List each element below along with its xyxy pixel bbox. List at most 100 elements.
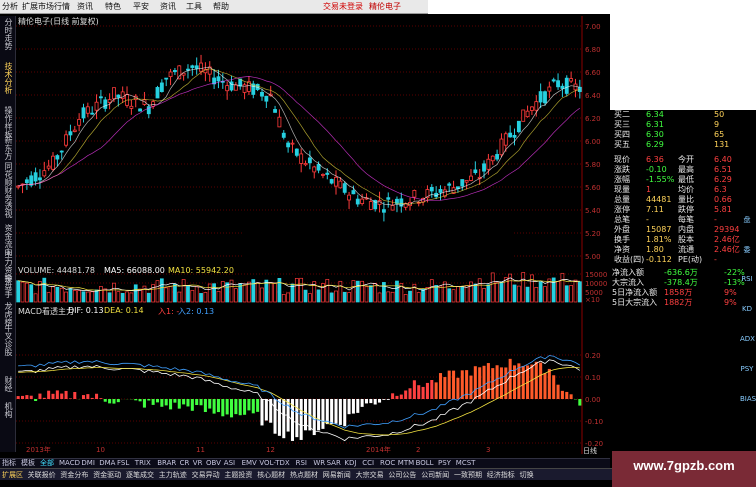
bottom-tab[interactable]: 资金分布: [60, 470, 88, 480]
volume-bar: [334, 290, 338, 303]
vtab-intraday[interactable]: 分时走势: [2, 18, 14, 50]
vtab-ths[interactable]: 同花顺: [2, 162, 14, 186]
bottom-tab[interactable]: 扩展区: [2, 470, 23, 480]
bottom-tab[interactable]: 一致预期: [454, 470, 482, 480]
right-tool-1[interactable]: 委: [740, 245, 754, 255]
quote-value-2: -: [714, 255, 717, 264]
indicator-tab[interactable]: OBV: [206, 459, 221, 468]
quote-value-2: 9%: [724, 298, 737, 307]
right-tool-5[interactable]: PSY: [740, 365, 754, 373]
volume-bar: [273, 282, 277, 303]
right-tool-3[interactable]: KD: [740, 305, 754, 313]
candle-body: [33, 172, 38, 182]
vtab-new-orient[interactable]: 新东方: [2, 136, 14, 160]
indicator-tab[interactable]: CCI: [362, 459, 374, 468]
bottom-tab[interactable]: 经济指标: [487, 470, 515, 480]
vtab-diagnose[interactable]: 牛叉诊股: [2, 324, 14, 356]
volume-bar: [390, 291, 395, 303]
volume-bar: [516, 285, 521, 303]
indicator-tab[interactable]: TRIX: [135, 459, 151, 468]
indicator-tab[interactable]: FSL: [117, 459, 129, 468]
indicator-tab[interactable]: MACD: [59, 459, 80, 468]
menu-special[interactable]: 特色: [105, 1, 121, 12]
bottom-tab[interactable]: 大宗交易: [356, 470, 384, 480]
candle-body: [94, 101, 99, 111]
bottom-tab[interactable]: 资金驱动: [93, 470, 121, 480]
menu-info[interactable]: 资讯: [160, 1, 176, 12]
indicator-tab[interactable]: 模板: [21, 459, 35, 468]
volume-bar: [107, 292, 112, 303]
indicator-tab[interactable]: MTM: [398, 459, 414, 468]
menu-pingan[interactable]: 平安: [133, 1, 149, 12]
bottom-tab[interactable]: 逐笔成交: [126, 470, 154, 480]
time-axis-label: 11: [196, 446, 205, 454]
volume-bar: [386, 291, 391, 303]
right-tool-6[interactable]: BIAS: [740, 395, 756, 403]
menu-extended-market[interactable]: 扩展市场行情: [22, 1, 70, 12]
quote-value-2: 131: [714, 140, 730, 149]
volume-chart[interactable]: 15000100005000×10: [16, 264, 610, 304]
bottom-tab[interactable]: 切换: [520, 470, 534, 480]
indicator-tab[interactable]: VOL-TDX: [259, 459, 289, 468]
candle-body: [107, 99, 112, 103]
volume-bar: [255, 282, 260, 303]
bottom-tab[interactable]: 核心题材: [257, 470, 285, 480]
indicator-tab[interactable]: CR: [180, 459, 190, 468]
bottom-tab[interactable]: 交易异动: [192, 470, 220, 480]
quote-key: 换手: [614, 235, 630, 244]
indicator-tab[interactable]: EMV: [242, 459, 257, 468]
vtab-template[interactable]: 操作样板: [2, 106, 14, 138]
volume-bar: [16, 280, 21, 303]
vtab-institution[interactable]: 机构: [2, 402, 14, 418]
bottom-tab[interactable]: 公司公告: [388, 470, 416, 480]
bottom-tab[interactable]: 主力轨迹: [159, 470, 187, 480]
quote-value: -0.10: [646, 165, 667, 174]
volume-bar: [59, 287, 64, 303]
indicator-tab[interactable]: MCST: [456, 459, 476, 468]
right-tool-2[interactable]: RSI: [740, 275, 754, 283]
right-tool-4[interactable]: ADX: [740, 335, 755, 343]
bottom-tab[interactable]: 网易新闻: [323, 470, 351, 480]
bottom-tab[interactable]: 公司新闻: [421, 470, 449, 480]
menu-analysis[interactable]: 分析: [2, 1, 18, 12]
indicator-tab[interactable]: DMA: [99, 459, 115, 468]
menu-news[interactable]: 资讯: [77, 1, 93, 12]
bottom-tab[interactable]: 热点题材: [290, 470, 318, 480]
indicator-tab[interactable]: BRAR: [157, 459, 176, 468]
quote-row: 大宗流入 -378.4万 -13%: [612, 278, 752, 288]
macd-chart[interactable]: 0.200.100.00-0.10-0.202013年 10 11 12 2014年 2 3: [16, 304, 610, 454]
volume-bar: [146, 292, 151, 303]
quote-row: 买三 6.31 9: [612, 120, 752, 130]
cycle-label[interactable]: 日线: [583, 446, 597, 456]
trade-login-status[interactable]: 交易未登录: [323, 1, 363, 12]
quote-value: 1.81%: [646, 235, 672, 244]
menu-help[interactable]: 帮助: [213, 1, 229, 12]
indicator-tab[interactable]: ASI: [224, 459, 235, 468]
indicator-tab[interactable]: DMI: [81, 459, 95, 468]
indicator-tab[interactable]: 全部: [40, 459, 54, 468]
indicator-tab[interactable]: BOLL: [416, 459, 434, 468]
candle-body: [355, 198, 360, 205]
menu-tools[interactable]: 工具: [186, 1, 202, 12]
vtab-finance-news[interactable]: 财经: [2, 376, 14, 392]
indicator-tab[interactable]: VR: [193, 459, 203, 468]
indicator-tab[interactable]: ROC: [380, 459, 395, 468]
macd-tick-label: -0.10: [585, 418, 603, 426]
vtab-dragon-tiger[interactable]: 龙虎榜: [2, 302, 14, 326]
vtab-finance[interactable]: 财务透视: [2, 186, 14, 218]
bottom-tab[interactable]: 主题投资: [224, 470, 252, 480]
indicator-tab[interactable]: KDJ: [344, 459, 356, 468]
candle-body: [412, 190, 417, 198]
right-tool-0[interactable]: 盘: [740, 215, 754, 225]
volume-bar: [90, 291, 95, 303]
indicator-tab[interactable]: WR: [313, 459, 325, 468]
bottom-tab[interactable]: 关联报价: [28, 470, 56, 480]
indicator-tab[interactable]: RSI: [296, 459, 307, 468]
vtab-technical[interactable]: 技术分析: [2, 62, 14, 94]
indicator-tab[interactable]: SAR: [327, 459, 341, 468]
vtab-trader[interactable]: 操盘手: [2, 274, 14, 298]
indicator-tab[interactable]: PSY: [438, 459, 451, 468]
price-chart[interactable]: 7.00 6.80 6.60 6.40 6.20 6.00 5.80 5.60 5.40 5.20…: [16, 16, 610, 264]
indicator-tab[interactable]: 指标: [2, 459, 16, 468]
volume-bar: [277, 277, 282, 303]
